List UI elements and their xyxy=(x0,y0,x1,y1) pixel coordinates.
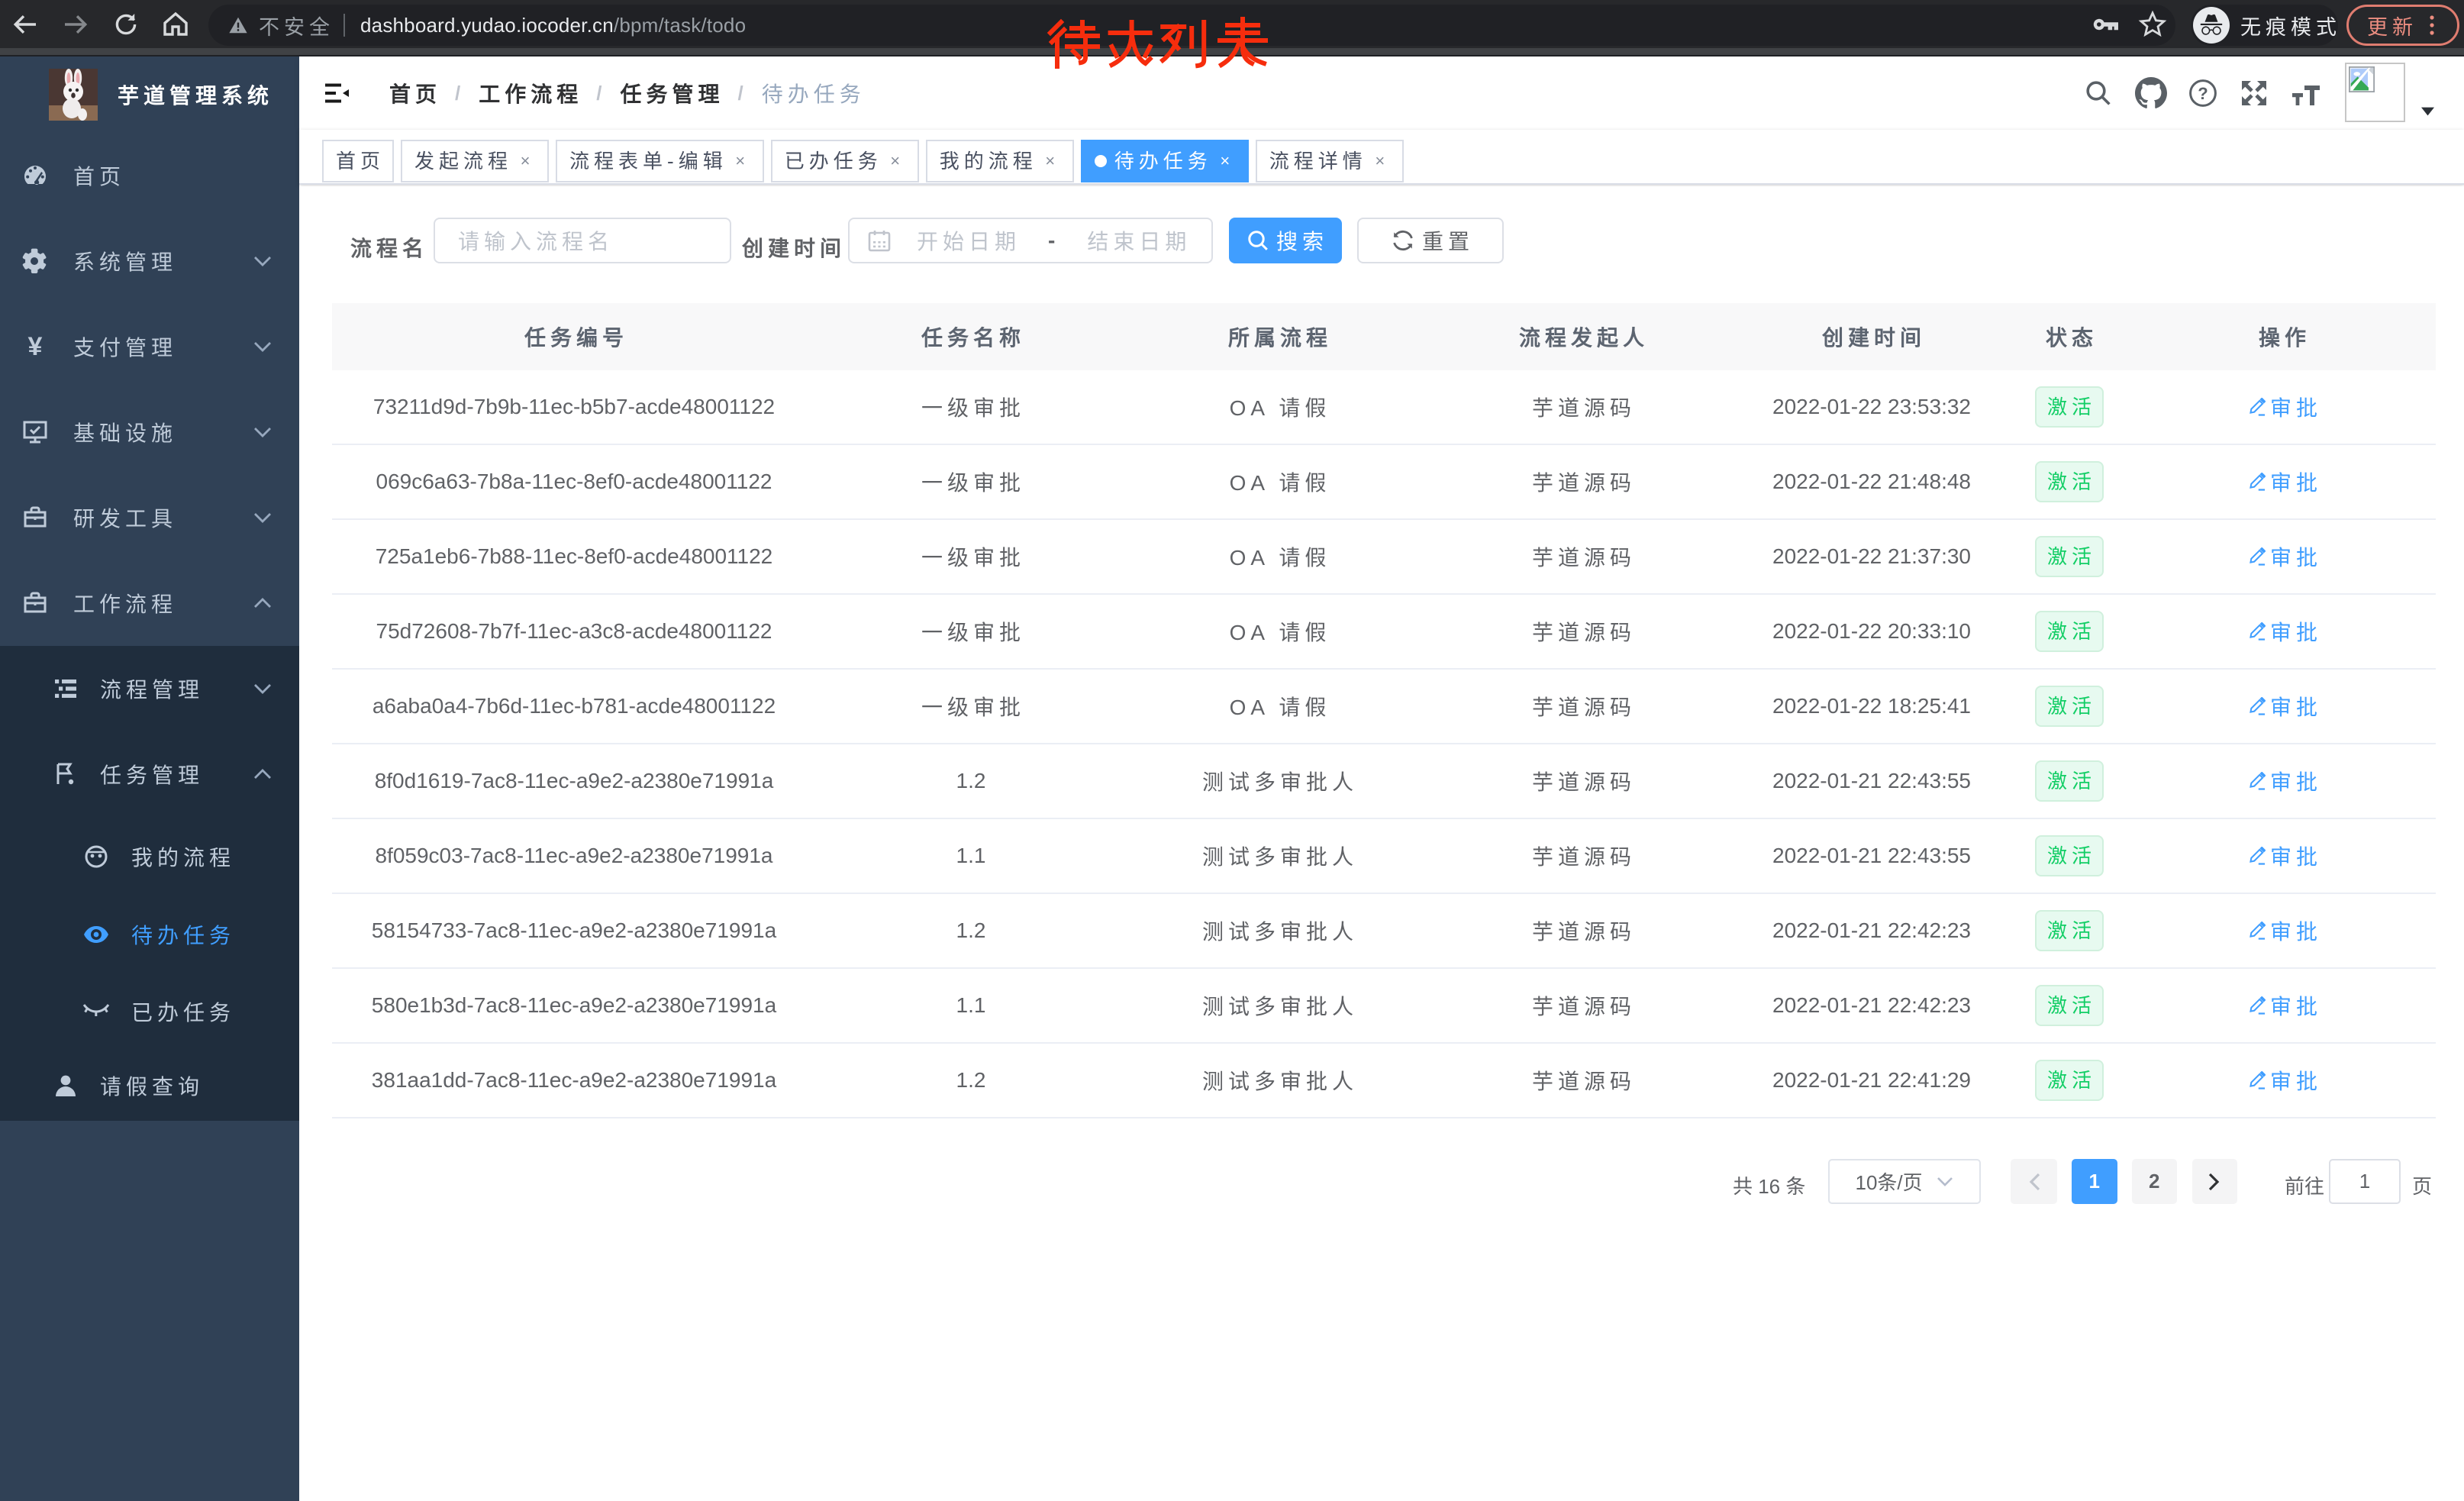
svg-text:?: ? xyxy=(2198,84,2208,103)
